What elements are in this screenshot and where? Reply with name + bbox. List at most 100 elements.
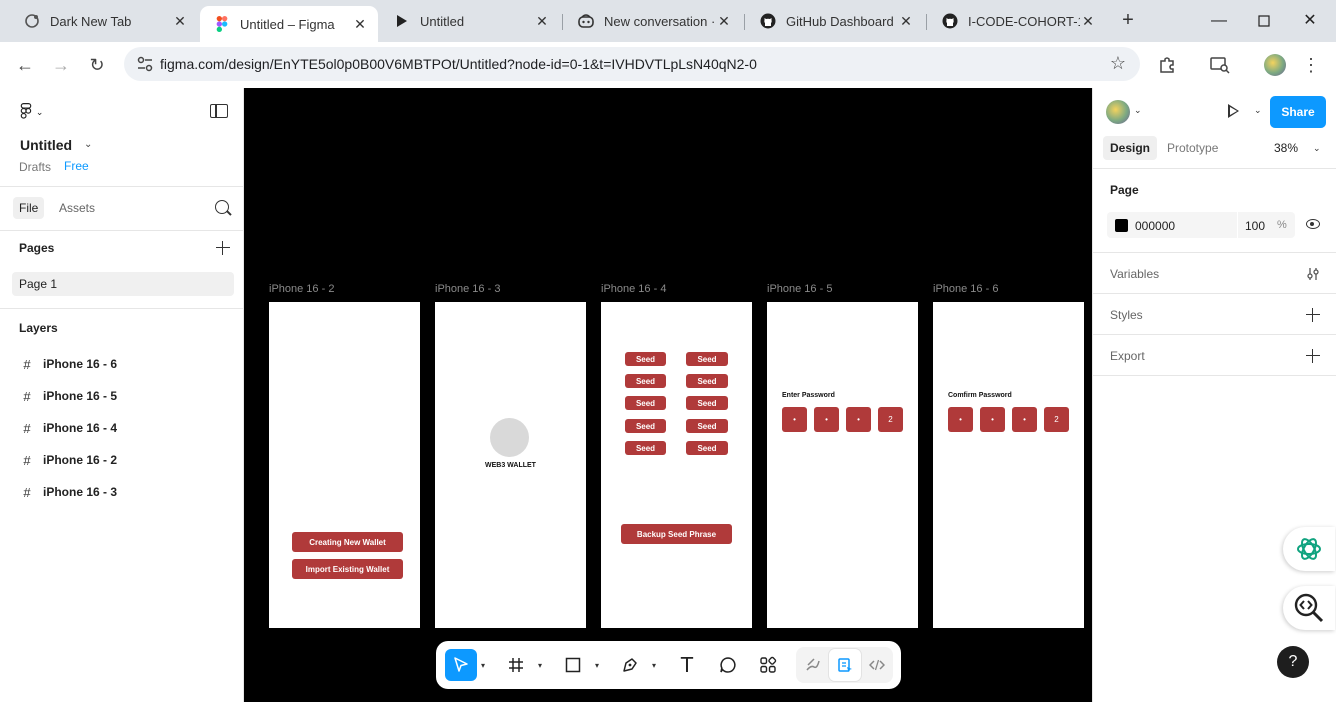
close-tab-icon[interactable]: ✕	[534, 13, 550, 29]
tab-i-code-cohort[interactable]: I-CODE-COHORT-12 ✕	[928, 6, 1106, 36]
seed-chip[interactable]: Seed	[686, 374, 728, 388]
frame-tool-icon[interactable]	[500, 649, 532, 681]
tab-design[interactable]: Design	[1103, 136, 1158, 160]
extensions-icon[interactable]	[1156, 54, 1178, 76]
rectangle-tool-icon[interactable]	[557, 649, 589, 681]
page-background-fill[interactable]: 000000 100 %	[1107, 212, 1295, 238]
seed-chip[interactable]: Seed	[625, 374, 666, 388]
code-search-float-button[interactable]	[1283, 586, 1335, 630]
file-title[interactable]: Untitled	[20, 137, 72, 153]
chevron-down-icon[interactable]: ⌄	[84, 139, 92, 150]
chevron-down-icon[interactable]: ⌄	[1254, 105, 1262, 116]
reload-icon[interactable]: ↻	[85, 53, 109, 77]
chevron-down-icon[interactable]: ▾	[538, 661, 542, 670]
frame-iphone-16-2[interactable]: Creating New Wallet Import Existing Wall…	[269, 302, 420, 628]
seed-chip[interactable]: Seed	[686, 419, 728, 433]
seed-chip[interactable]: Seed	[625, 419, 666, 433]
zoom-level[interactable]: 38%	[1274, 141, 1298, 155]
seed-chip[interactable]: Seed	[686, 441, 728, 455]
assistant-float-button[interactable]	[1283, 527, 1335, 571]
screen-search-icon[interactable]	[1209, 54, 1231, 76]
minimize-icon[interactable]: —	[1209, 11, 1229, 31]
visibility-eye-icon[interactable]	[1306, 219, 1320, 229]
pin-box[interactable]: •	[980, 407, 1005, 432]
frame-label[interactable]: iPhone 16 - 6	[933, 283, 998, 295]
dev-mode-icon[interactable]	[861, 649, 893, 681]
present-play-icon[interactable]	[1228, 104, 1239, 118]
styles-section[interactable]: Styles	[1110, 308, 1143, 322]
add-export-icon[interactable]	[1306, 349, 1320, 363]
actions-tool-icon[interactable]	[752, 649, 784, 681]
tab-figma[interactable]: Untitled – Figma ✕	[200, 6, 378, 42]
frame-label[interactable]: iPhone 16 - 2	[269, 283, 334, 295]
seed-chip[interactable]: Seed	[686, 352, 728, 366]
frame-iphone-16-5[interactable]: Enter Password • • • 2	[767, 302, 918, 628]
pin-box[interactable]: •	[814, 407, 839, 432]
tab-github-dashboard[interactable]: GitHub Dashboard ✕	[746, 6, 924, 36]
close-tab-icon[interactable]: ✕	[1080, 13, 1096, 29]
forward-arrow-icon[interactable]: →	[49, 53, 73, 77]
seed-chip[interactable]: Seed	[625, 396, 666, 410]
close-window-icon[interactable]: ✕	[1300, 11, 1320, 31]
maximize-icon[interactable]	[1254, 11, 1274, 31]
chevron-down-icon[interactable]: ⌄	[1313, 143, 1321, 154]
chevron-down-icon[interactable]: ▾	[481, 661, 485, 670]
page-item[interactable]: Page 1	[12, 272, 234, 296]
browser-menu-icon[interactable]: ⋮	[1300, 54, 1322, 76]
tab-dark-new-tab[interactable]: Dark New Tab ✕	[10, 6, 198, 36]
search-icon[interactable]	[215, 200, 229, 214]
pin-box[interactable]: •	[846, 407, 871, 432]
seed-chip[interactable]: Seed	[625, 441, 666, 455]
tab-assets[interactable]: Assets	[53, 197, 101, 219]
move-tool-icon[interactable]	[445, 649, 477, 681]
chevron-down-icon[interactable]: ▾	[595, 661, 599, 670]
frame-label[interactable]: iPhone 16 - 3	[435, 283, 500, 295]
pin-box[interactable]: •	[1012, 407, 1037, 432]
comment-tool-icon[interactable]	[712, 649, 744, 681]
help-button[interactable]: ?	[1277, 646, 1309, 678]
plan-badge[interactable]: Free	[62, 159, 91, 173]
frame-label[interactable]: iPhone 16 - 4	[601, 283, 666, 295]
backup-seed-phrase-button[interactable]: Backup Seed Phrase	[621, 524, 732, 544]
user-avatar[interactable]	[1106, 100, 1130, 124]
variables-section[interactable]: Variables	[1110, 267, 1159, 281]
frame-iphone-16-4[interactable]: Seed Seed Seed Seed Seed Seed Seed Seed …	[601, 302, 752, 628]
frame-iphone-16-3[interactable]: WEB3 WALLET	[435, 302, 586, 628]
figma-main-menu[interactable]: ⌄	[20, 103, 43, 122]
export-section[interactable]: Export	[1110, 349, 1145, 363]
close-tab-icon[interactable]: ✕	[172, 13, 188, 29]
layer-item[interactable]: # iPhone 16 - 5	[20, 386, 117, 406]
toggle-sidebar-icon[interactable]	[210, 104, 228, 118]
design-mode-icon[interactable]	[829, 649, 861, 681]
variables-settings-icon[interactable]	[1306, 267, 1320, 281]
seed-chip[interactable]: Seed	[686, 396, 728, 410]
tab-file[interactable]: File	[13, 197, 45, 219]
site-settings-icon[interactable]	[136, 55, 154, 73]
tab-prototype[interactable]: Prototype	[1160, 136, 1225, 160]
frame-label[interactable]: iPhone 16 - 5	[767, 283, 832, 295]
add-page-icon[interactable]	[216, 241, 230, 255]
seed-chip[interactable]: Seed	[625, 352, 666, 366]
background-hex[interactable]: 000000	[1135, 219, 1175, 233]
text-tool-icon[interactable]: T	[671, 649, 703, 681]
back-arrow-icon[interactable]: ←	[13, 53, 37, 77]
tab-new-conversation[interactable]: New conversation · G ✕	[564, 6, 742, 36]
address-bar[interactable]: figma.com/design/EnYTE5ol0p0B00V6MBTPOt/…	[124, 47, 1140, 81]
pin-box[interactable]: 2	[878, 407, 903, 432]
layer-item[interactable]: # iPhone 16 - 4	[20, 418, 117, 438]
draw-mode-icon[interactable]	[797, 649, 829, 681]
import-existing-wallet-button[interactable]: Import Existing Wallet	[292, 559, 403, 579]
color-swatch[interactable]	[1115, 219, 1128, 232]
pin-box[interactable]: •	[782, 407, 807, 432]
chevron-down-icon[interactable]: ⌄	[1134, 105, 1142, 116]
frame-iphone-16-6[interactable]: Comfirm Password • • • 2	[933, 302, 1084, 628]
pin-box[interactable]: •	[948, 407, 973, 432]
new-tab-button[interactable]: +	[1118, 10, 1138, 31]
layer-item[interactable]: # iPhone 16 - 6	[20, 354, 117, 374]
pin-box[interactable]: 2	[1044, 407, 1069, 432]
tab-untitled[interactable]: Untitled ✕	[380, 6, 560, 36]
share-button[interactable]: Share	[1270, 96, 1326, 128]
close-tab-icon[interactable]: ✕	[716, 13, 732, 29]
close-tab-icon[interactable]: ✕	[898, 13, 914, 29]
profile-avatar[interactable]	[1264, 54, 1286, 76]
